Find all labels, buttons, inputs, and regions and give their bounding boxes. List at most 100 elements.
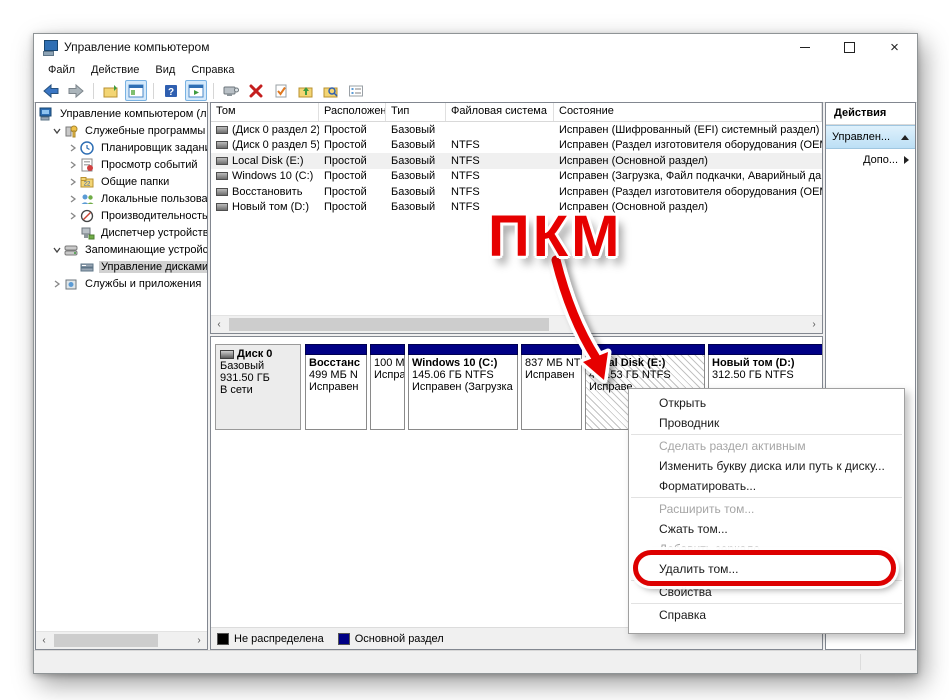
properties-button[interactable] [345,80,367,101]
column-header-type[interactable]: Тип [386,103,446,121]
scrollbar-thumb[interactable] [54,634,158,647]
tree-item-label: Производительность [99,210,208,222]
menu-view[interactable]: Вид [147,62,183,78]
tree-item-disk-management[interactable]: Управление дисками [36,258,207,275]
menu-file[interactable]: Файл [40,62,83,78]
table-row[interactable]: Windows 10 (C:) Простой Базовый NTFS Исп… [211,169,822,185]
chevron-right-icon[interactable] [66,158,80,172]
forward-button[interactable] [65,80,87,101]
chevron-right-icon[interactable] [66,209,80,223]
partition-windows-c[interactable]: Windows 10 (C:) 145.06 ГБ NTFS Исправен … [408,344,518,430]
chevron-right-icon[interactable] [50,277,64,291]
delete-button[interactable] [245,80,267,101]
pkm-annotation: ПКМ [488,203,622,270]
menu-item-shrink-volume[interactable]: Сжать том... [629,519,904,539]
chevron-down-icon[interactable] [50,124,64,138]
menu-item-help[interactable]: Справка [629,605,904,625]
tree-item-computer-management[interactable]: Управление компьютером (л [36,105,207,122]
folder-find-button[interactable] [320,80,342,101]
partition-oem[interactable]: 837 МБ NT Исправен [521,344,582,430]
toolbar-separator [93,83,94,99]
tree-item-label: Просмотр событий [99,159,200,171]
table-row[interactable]: (Диск 0 раздел 5) Простой Базовый NTFS И… [211,138,822,154]
status-bar [34,650,917,673]
rescan-button[interactable] [220,80,242,101]
help-button[interactable]: ? [160,80,182,101]
table-row-selected[interactable]: Local Disk (E:) Простой Базовый NTFS Исп… [211,153,822,169]
close-button[interactable]: × [872,34,917,60]
check-button[interactable] [270,80,292,101]
volume-icon [216,141,228,149]
chevron-down-icon[interactable] [50,243,64,257]
show-action-pane-button[interactable] [185,80,207,101]
partition-recovery[interactable]: Восстанс 499 МБ N Исправен [305,344,367,430]
menu-item-explorer[interactable]: Проводник [629,413,904,433]
show-console-tree-button[interactable] [125,80,147,101]
partition-efi[interactable]: 100 М Испра [370,344,405,430]
actions-more-item[interactable]: Допо... [826,149,915,171]
cell-layout: Простой [319,201,386,213]
chevron-right-icon[interactable] [66,175,80,189]
disk-status: В сети [220,384,296,396]
menu-item-open[interactable]: Открыть [629,393,904,413]
column-header-volume[interactable]: Том [211,103,319,121]
legend-unallocated: Не распределена [217,633,324,645]
minimize-icon [800,47,810,48]
partition-size: 499 МБ N [309,369,363,381]
tree-item-event-viewer[interactable]: Просмотр событий [36,156,207,173]
table-row[interactable]: (Диск 0 раздел 2) Простой Базовый Исправ… [211,122,822,138]
column-header-filesystem[interactable]: Файловая система [446,103,554,121]
tree-item-task-scheduler[interactable]: Планировщик заданий [36,139,207,156]
partition-size: 472.53 ГБ NTFS [589,369,701,381]
tree-item-label: Локальные пользовате [99,193,208,205]
table-horizontal-scrollbar[interactable]: ‹ › [211,315,822,333]
column-header-layout[interactable]: Расположение [319,103,386,121]
window-title: Управление компьютером [64,40,209,54]
tree-item-services-applications[interactable]: Службы и приложения [36,275,207,292]
users-icon [80,192,95,206]
column-header-status[interactable]: Состояние [554,103,822,121]
collapse-icon[interactable] [901,135,909,140]
menu-action[interactable]: Действие [83,62,147,78]
tree-item-performance[interactable]: Производительность [36,207,207,224]
tree-item-label: Служебные программы [83,125,207,137]
menu-item-format[interactable]: Форматировать... [629,476,904,496]
chevron-right-icon[interactable] [66,141,80,155]
cell-volume: (Диск 0 раздел 2) [232,124,319,136]
partition-size: 145.06 ГБ NTFS [412,369,514,381]
scroll-left-icon[interactable]: ‹ [36,632,52,649]
maximize-button[interactable] [827,34,872,60]
back-button[interactable] [40,80,62,101]
minimize-button[interactable] [782,34,827,60]
services-icon [64,277,79,291]
volume-icon [216,172,228,180]
scroll-right-icon[interactable]: › [806,316,822,333]
scrollbar-thumb[interactable] [229,318,549,331]
menu-help[interactable]: Справка [183,62,242,78]
scroll-left-icon[interactable]: ‹ [211,316,227,333]
actions-group-disk-management[interactable]: Управлен... [826,125,915,149]
partition-name: Windows 10 (C:) [412,357,514,369]
tree-item-label: Диспетчер устройств [99,227,208,239]
tree-item-system-tools[interactable]: Служебные программы [36,122,207,139]
tree-item-local-users-groups[interactable]: Локальные пользовате [36,190,207,207]
export-list-button[interactable] [100,80,122,101]
tree-item-device-manager[interactable]: Диспетчер устройств [36,224,207,241]
tree-horizontal-scrollbar[interactable]: ‹ › [36,631,207,649]
tree-item-storage[interactable]: Запоминающие устройст [36,241,207,258]
folder-up-button[interactable] [295,80,317,101]
tree-item-shared-folders[interactable]: 22 Общие папки [36,173,207,190]
volume-icon [216,203,228,211]
cell-layout: Простой [319,186,386,198]
disk-icon [220,350,234,359]
scroll-right-icon[interactable]: › [191,632,207,649]
table-row[interactable]: Восстановить Простой Базовый NTFS Исправ… [211,184,822,200]
menu-item-change-drive-letter[interactable]: Изменить букву диска или путь к диску... [629,456,904,476]
disk-management-icon [80,260,95,274]
menu-item-mark-active: Сделать раздел активным [629,436,904,456]
chevron-right-icon[interactable] [66,192,80,206]
action-pane-icon [188,83,204,99]
disk0-info-box[interactable]: Диск 0 Базовый 931.50 ГБ В сети [215,344,301,430]
delete-volume-highlight-oval [633,550,896,586]
shared-folders-icon: 22 [80,175,95,189]
